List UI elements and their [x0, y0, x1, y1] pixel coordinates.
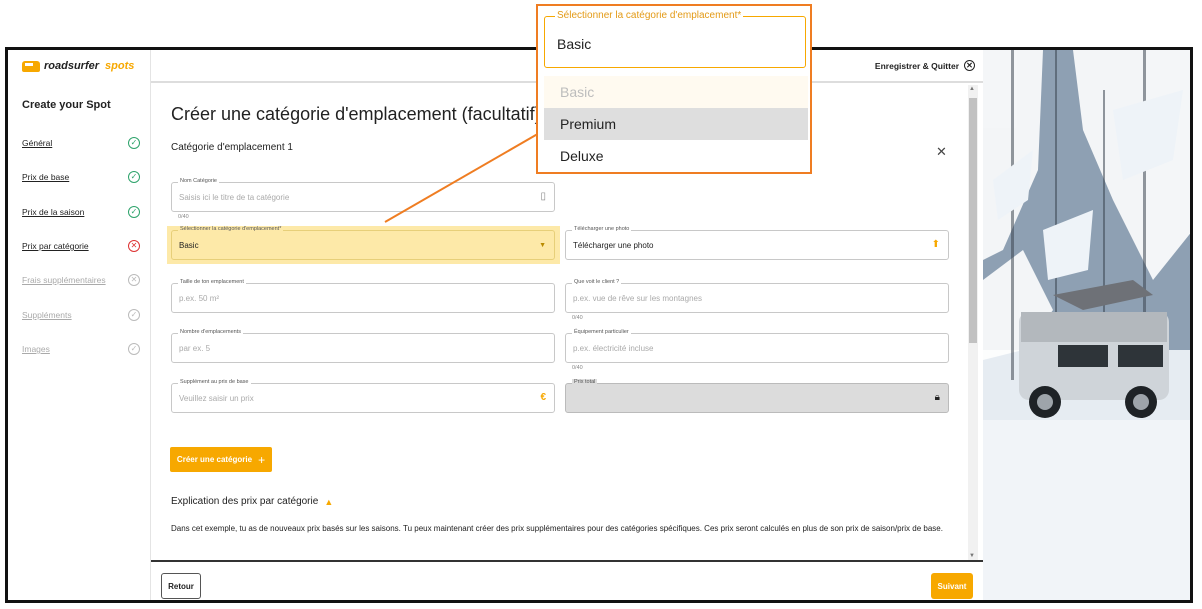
error-icon: ✕: [128, 274, 140, 286]
field-label: Que voit le client ?: [572, 279, 622, 285]
chevron-down-icon: ▼: [539, 242, 546, 249]
spot-size-input[interactable]: Taille de ton emplacement p.ex. 50 m²: [171, 279, 555, 313]
check-icon: ✓: [128, 309, 140, 321]
field-placeholder: Saisis ici le titre de ta catégorie: [179, 193, 290, 202]
check-icon: ✓: [128, 343, 140, 355]
photo-illustration: [983, 50, 1190, 600]
total-price-field: Prix total 🔒︎: [565, 379, 949, 413]
upload-icon[interactable]: ⬆: [932, 239, 940, 250]
check-icon: ✓: [128, 206, 140, 218]
next-button[interactable]: Suivant: [931, 573, 973, 599]
dropdown-callout: Sélectionner la catégorie d'emplacement*…: [536, 4, 812, 174]
brand-name: roadsurfer: [44, 60, 100, 72]
client-view-input[interactable]: Que voit le client ? p.ex. vue de rêve s…: [565, 279, 949, 313]
field-label: Prix total: [572, 379, 598, 385]
category-name-input[interactable]: Nom Catégorie Saisis ici le titre de ta …: [171, 178, 555, 212]
field-label: Équipement particulier: [572, 329, 631, 335]
explanation-toggle[interactable]: Explication des prix par catégorie ▲: [171, 496, 333, 507]
scroll-down-icon[interactable]: ▼: [969, 553, 975, 559]
sidebar-item-label: Suppléments: [22, 310, 72, 320]
callout-select-value: Basic: [557, 36, 592, 52]
sidebar-item-base-price[interactable]: Prix de base ✓: [22, 169, 140, 185]
field-placeholder: Veuillez saisir un prix: [179, 394, 254, 403]
save-quit-button[interactable]: Enregistrer & Quitter ✕: [875, 60, 975, 71]
page-title: Créer une catégorie d'emplacement (facul…: [171, 104, 541, 124]
option-premium[interactable]: Premium: [544, 108, 808, 140]
sidebar: roadsurfer spots Create your Spot Généra…: [8, 50, 151, 600]
sidebar-item-label: Frais supplémentaires: [22, 275, 106, 285]
sidebar-item-general[interactable]: Général ✓: [22, 135, 140, 151]
explanation-title: Explication des prix par catégorie: [171, 496, 319, 507]
check-icon: ✓: [128, 171, 140, 183]
scroll-up-icon[interactable]: ▲: [969, 86, 975, 92]
sidebar-item-label: Prix de la saison: [22, 207, 85, 217]
sidebar-title: Create your Spot: [22, 99, 111, 111]
create-category-button[interactable]: Créer une catégorie +: [170, 447, 272, 472]
callout-select[interactable]: Sélectionner la catégorie d'emplacement*…: [544, 10, 806, 68]
euro-icon: €: [540, 392, 546, 403]
equipment-input[interactable]: Équipement particulier p.ex. électricité…: [565, 329, 949, 363]
close-category-icon[interactable]: ✕: [936, 144, 947, 160]
van-icon: [22, 60, 40, 72]
sidebar-item-label: Prix par catégorie: [22, 241, 89, 251]
sidebar-item-category-price[interactable]: Prix par catégorie ✕: [22, 238, 140, 254]
sidebar-item-extra-fees[interactable]: Frais supplémentaires ✕: [22, 272, 140, 288]
spot-count-input[interactable]: Nombre d'emplacements par ex. 5: [171, 329, 555, 363]
campervan-snow-photo: [983, 50, 1190, 600]
close-icon: ✕: [964, 60, 975, 71]
sidebar-item-label: Images: [22, 344, 50, 354]
clipboard-icon: ▯: [540, 191, 546, 202]
field-placeholder: p.ex. électricité incluse: [573, 344, 654, 353]
photo-upload-field[interactable]: Télécharger une photo Télécharger une ph…: [565, 226, 949, 260]
field-label: Nombre d'emplacements: [178, 329, 243, 335]
char-counter: 0/40: [178, 214, 189, 220]
surcharge-input[interactable]: Supplément au prix de base Veuillez sais…: [171, 379, 555, 413]
char-counter: 0/40: [572, 365, 583, 371]
plus-icon: +: [258, 452, 266, 467]
footer: Retour Suivant: [151, 560, 983, 600]
char-counter: 0/40: [572, 315, 583, 321]
explanation-text: Dans cet exemple, tu as de nouveaux prix…: [171, 524, 943, 533]
field-placeholder: par ex. 5: [179, 344, 211, 353]
scrollbar[interactable]: ▲ ▼: [968, 85, 978, 560]
field-placeholder: p.ex. vue de rêve sur les montagnes: [573, 294, 702, 303]
error-icon: ✕: [128, 240, 140, 252]
option-deluxe[interactable]: Deluxe: [544, 140, 808, 172]
scrollbar-thumb[interactable]: [969, 98, 977, 343]
field-label: Supplément au prix de base: [178, 379, 251, 385]
field-placeholder: p.ex. 50 m²: [179, 294, 220, 303]
option-basic[interactable]: Basic: [544, 76, 808, 108]
lock-icon: 🔒︎: [934, 392, 940, 403]
save-quit-label: Enregistrer & Quitter: [874, 60, 959, 71]
back-button[interactable]: Retour: [161, 573, 201, 599]
sidebar-item-label: Général: [22, 138, 53, 148]
sidebar-item-season-price[interactable]: Prix de la saison ✓: [22, 204, 140, 220]
callout-select-label: Sélectionner la catégorie d'emplacement*: [555, 10, 744, 21]
category-title: Catégorie d'emplacement 1: [171, 142, 293, 153]
sidebar-item-label: Prix de base: [22, 172, 70, 182]
chevron-up-icon: ▲: [324, 496, 334, 507]
category-select[interactable]: Sélectionner la catégorie d'emplacement*…: [171, 226, 555, 260]
sidebar-item-images[interactable]: Images ✓: [22, 341, 140, 357]
sidebar-item-supplements[interactable]: Suppléments ✓: [22, 307, 140, 323]
create-category-label: Créer une catégorie: [176, 455, 253, 464]
check-icon: ✓: [128, 137, 140, 149]
brand-suffix: spots: [105, 60, 135, 72]
field-label: Télécharger une photo: [572, 226, 632, 232]
field-label: Nom Catégorie: [178, 178, 219, 184]
upload-text: Télécharger une photo: [573, 241, 654, 250]
field-label: Taille de ton emplacement: [178, 279, 246, 285]
field-label: Sélectionner la catégorie d'emplacement*: [178, 226, 284, 232]
logo[interactable]: roadsurfer spots: [22, 60, 134, 72]
select-value: Basic: [179, 241, 199, 250]
